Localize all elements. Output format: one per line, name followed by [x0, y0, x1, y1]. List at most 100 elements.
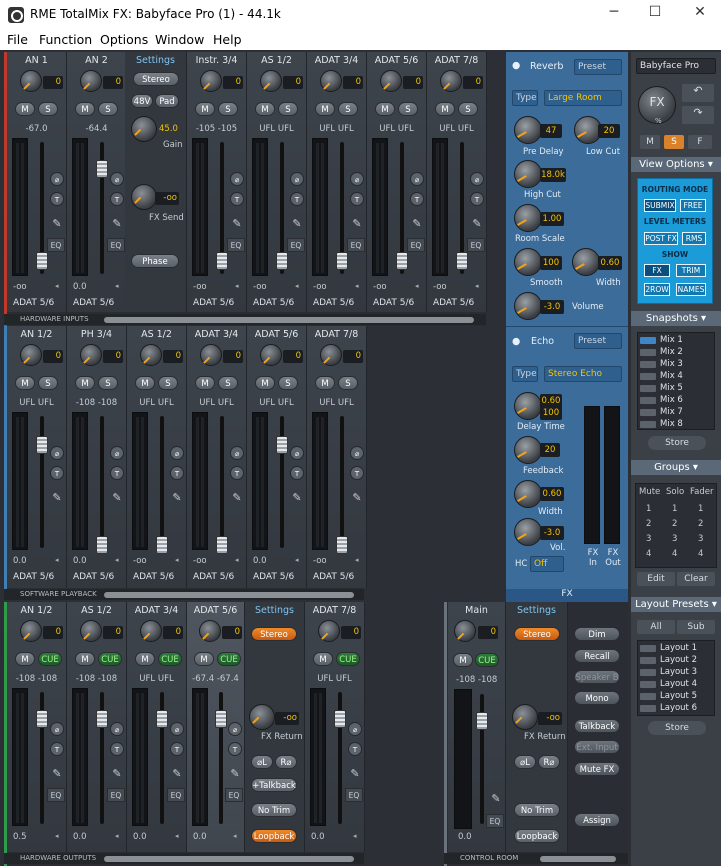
playback-3-settings-icon[interactable]: ✎: [169, 491, 185, 507]
snapshot-mix-2[interactable]: Mix 2: [660, 347, 683, 357]
layout-item-2[interactable]: Layout 2: [660, 655, 697, 665]
output-1-eq-button[interactable]: EQ: [47, 788, 65, 802]
input-1-eq-button[interactable]: EQ: [47, 238, 65, 252]
2row-button[interactable]: 2ROW: [644, 283, 670, 296]
playback-4-settings-icon[interactable]: ✎: [229, 491, 245, 507]
input-5-output[interactable]: ADAT 5/6: [313, 298, 354, 308]
playback-4-fader-track[interactable]: [220, 416, 224, 548]
echo-type-dropdown[interactable]: Stereo Echo: [544, 366, 622, 382]
reverb-power-icon[interactable]: ●: [512, 60, 520, 71]
playback-1-mute-button[interactable]: M: [15, 376, 35, 390]
playback-4-mute-button[interactable]: M: [195, 376, 215, 390]
output-stereo-button[interactable]: Stereo: [251, 627, 297, 641]
main-knob[interactable]: [454, 620, 476, 642]
playback-1-output[interactable]: ADAT 5/6: [13, 572, 54, 582]
output-4-gain-knob[interactable]: [199, 620, 221, 642]
playback-5-mute-button[interactable]: M: [255, 376, 275, 390]
device-dropdown[interactable]: Babyface Pro: [636, 58, 716, 74]
output-3-trim-button[interactable]: T: [170, 742, 184, 756]
smooth-knob[interactable]: [514, 248, 542, 276]
group-fader-1[interactable]: 1: [698, 504, 703, 514]
phase-button[interactable]: Phase: [131, 254, 179, 268]
layout-item-5[interactable]: Layout 5: [660, 691, 697, 701]
playback-4-phase-button[interactable]: ⌀: [230, 446, 244, 460]
trim-button[interactable]: TRIM: [676, 264, 706, 277]
playback-1-fader[interactable]: [36, 436, 48, 454]
snapshot-indicator-8[interactable]: [640, 421, 656, 428]
output-2-mute-button[interactable]: M: [75, 652, 95, 666]
playback-5-output[interactable]: ADAT 5/6: [253, 572, 294, 582]
groups-header[interactable]: Groups ▾: [631, 460, 721, 475]
inputs-scrollbar[interactable]: [104, 316, 474, 323]
input-1-trim-button[interactable]: T: [50, 192, 64, 206]
snapshot-mix-6[interactable]: Mix 6: [660, 395, 683, 405]
maximize-button[interactable]: ☐: [641, 4, 669, 24]
output-1-gain-knob[interactable]: [20, 620, 42, 642]
playback-3-gain-knob[interactable]: [140, 344, 162, 366]
input-3-trim-button[interactable]: T: [230, 192, 244, 206]
output-1-settings-icon[interactable]: ✎: [49, 767, 65, 783]
input-6-solo-button[interactable]: S: [398, 102, 418, 116]
gain-knob[interactable]: [131, 116, 157, 142]
hc-dropdown[interactable]: Off: [530, 556, 564, 572]
layout-indicator-6[interactable]: [640, 705, 656, 712]
master-mute-button[interactable]: M: [640, 135, 660, 149]
playback-3-output[interactable]: ADAT 5/6: [133, 572, 174, 582]
layout-item-1[interactable]: Layout 1: [660, 643, 697, 653]
group-solo-3[interactable]: 3: [672, 534, 677, 544]
input-1-solo-button[interactable]: S: [38, 102, 58, 116]
playback-2-settings-icon[interactable]: ✎: [109, 491, 125, 507]
playback-5-gain-knob[interactable]: [260, 344, 282, 366]
snapshots-header[interactable]: Snapshots ▾: [631, 311, 721, 326]
layout-all-button[interactable]: All: [637, 620, 675, 634]
output-5-mute-button[interactable]: M: [313, 652, 333, 666]
playback-3-fader[interactable]: [156, 536, 168, 554]
input-2-mute-button[interactable]: M: [75, 102, 95, 116]
playback-2-fader[interactable]: [96, 536, 108, 554]
input-1-output[interactable]: ADAT 5/6: [13, 298, 54, 308]
input-4-phase-button[interactable]: ⌀: [290, 172, 304, 186]
snapshot-indicator-1[interactable]: [640, 337, 656, 344]
playback-1-phase-button[interactable]: ⌀: [50, 446, 64, 460]
playback-4-route-arrow-icon[interactable]: ◂: [235, 556, 239, 564]
layout-indicator-1[interactable]: [640, 645, 656, 652]
cr-phase-right-button[interactable]: R⌀: [538, 755, 560, 769]
echo-power-icon[interactable]: ●: [512, 336, 520, 347]
roomscale-knob[interactable]: [514, 204, 542, 232]
input-5-settings-icon[interactable]: ✎: [349, 217, 365, 233]
input-6-settings-icon[interactable]: ✎: [409, 217, 425, 233]
input-5-phase-button[interactable]: ⌀: [350, 172, 364, 186]
volume-knob[interactable]: [514, 292, 542, 320]
output-2-cue-button[interactable]: CUE: [98, 652, 122, 666]
output-3-phase-button[interactable]: ⌀: [170, 722, 184, 736]
mute-fx-button[interactable]: Mute FX: [574, 762, 620, 776]
group-fader-4[interactable]: 4: [698, 549, 703, 559]
output-5-fader[interactable]: [334, 710, 346, 728]
input-2-fader[interactable]: [96, 160, 108, 178]
output-3-eq-button[interactable]: EQ: [167, 788, 185, 802]
playback-6-gain-knob[interactable]: [320, 344, 342, 366]
fx-return-knob[interactable]: [249, 704, 275, 730]
group-solo-4[interactable]: 4: [672, 549, 677, 559]
playback-6-fader-track[interactable]: [340, 416, 344, 548]
input-6-gain-knob[interactable]: [380, 70, 402, 92]
phase-right-button[interactable]: R⌀: [275, 755, 297, 769]
menu-window[interactable]: Window: [155, 32, 204, 47]
cr-phase-left-button[interactable]: ⌀L: [514, 755, 536, 769]
echo-width-knob[interactable]: [514, 480, 542, 508]
assign-button[interactable]: Assign: [574, 813, 620, 827]
input-4-trim-button[interactable]: T: [290, 192, 304, 206]
playback-1-gain-knob[interactable]: [20, 344, 42, 366]
group-mute-2[interactable]: 2: [646, 519, 651, 529]
close-button[interactable]: ✕: [686, 4, 714, 24]
input-4-solo-button[interactable]: S: [278, 102, 298, 116]
pad-button[interactable]: Pad: [155, 94, 179, 108]
output-2-gain-knob[interactable]: [80, 620, 102, 642]
output-4-trim-button[interactable]: T: [228, 742, 242, 756]
snapshot-indicator-4[interactable]: [640, 373, 656, 380]
output-2-trim-button[interactable]: T: [110, 742, 124, 756]
post-fx-button[interactable]: POST FX: [644, 232, 678, 245]
stereo-button[interactable]: Stereo: [133, 72, 179, 86]
input-5-route-arrow-icon[interactable]: ◂: [355, 282, 359, 290]
output-5-trim-button[interactable]: T: [348, 742, 362, 756]
